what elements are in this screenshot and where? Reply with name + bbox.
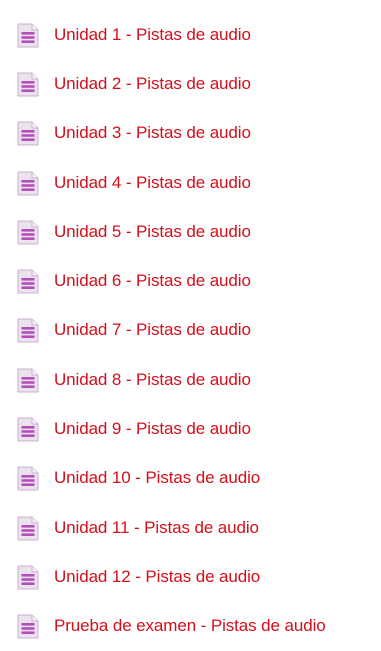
audio-tracks-link[interactable]: Unidad 6 - Pistas de audio — [54, 271, 251, 291]
list-item[interactable]: Unidad 1 - Pistas de audio — [16, 10, 381, 59]
list-item[interactable]: Unidad 6 - Pistas de audio — [16, 256, 381, 305]
audio-tracks-link[interactable]: Unidad 9 - Pistas de audio — [54, 419, 251, 439]
list-item[interactable]: Prueba de examen - Pistas de audio — [16, 602, 381, 651]
document-icon — [17, 368, 39, 393]
audio-tracks-link[interactable]: Unidad 8 - Pistas de audio — [54, 370, 251, 390]
list-item[interactable]: Unidad 4 - Pistas de audio — [16, 158, 381, 207]
document-icon — [17, 318, 39, 343]
audio-tracks-link[interactable]: Unidad 2 - Pistas de audio — [54, 74, 251, 94]
document-icon — [17, 23, 39, 48]
list-item[interactable]: Unidad 2 - Pistas de audio — [16, 59, 381, 108]
audio-tracks-link[interactable]: Unidad 7 - Pistas de audio — [54, 320, 251, 340]
list-item[interactable]: Unidad 12 - Pistas de audio — [16, 552, 381, 601]
list-item[interactable]: Unidad 7 - Pistas de audio — [16, 306, 381, 355]
list-item[interactable]: Unidad 10 - Pistas de audio — [16, 454, 381, 503]
audio-tracks-link[interactable]: Unidad 11 - Pistas de audio — [54, 518, 259, 538]
document-icon — [17, 72, 39, 97]
list-item[interactable]: Unidad 11 - Pistas de audio — [16, 503, 381, 552]
audio-tracks-link[interactable]: Unidad 1 - Pistas de audio — [54, 25, 251, 45]
list-item[interactable]: Unidad 9 - Pistas de audio — [16, 404, 381, 453]
audio-tracks-link[interactable]: Unidad 10 - Pistas de audio — [54, 468, 260, 488]
audio-tracks-link[interactable]: Unidad 5 - Pistas de audio — [54, 222, 251, 242]
audio-tracks-link[interactable]: Prueba de examen - Pistas de audio — [54, 616, 326, 636]
document-icon — [17, 269, 39, 294]
audio-tracks-link[interactable]: Unidad 3 - Pistas de audio — [54, 123, 251, 143]
document-icon — [17, 614, 39, 639]
audio-tracks-link[interactable]: Unidad 4 - Pistas de audio — [54, 173, 251, 193]
document-icon — [17, 121, 39, 146]
list-item[interactable]: Unidad 3 - Pistas de audio — [16, 109, 381, 158]
list-item[interactable]: Unidad 5 - Pistas de audio — [16, 207, 381, 256]
document-icon — [17, 466, 39, 491]
list-item[interactable]: Unidad 8 - Pistas de audio — [16, 355, 381, 404]
document-icon — [17, 171, 39, 196]
audio-tracks-link[interactable]: Unidad 12 - Pistas de audio — [54, 567, 260, 587]
document-icon — [17, 417, 39, 442]
document-icon — [17, 220, 39, 245]
resource-list: Unidad 1 - Pistas de audio Unidad 2 - Pi… — [16, 10, 381, 651]
document-icon — [17, 565, 39, 590]
document-icon — [17, 516, 39, 541]
